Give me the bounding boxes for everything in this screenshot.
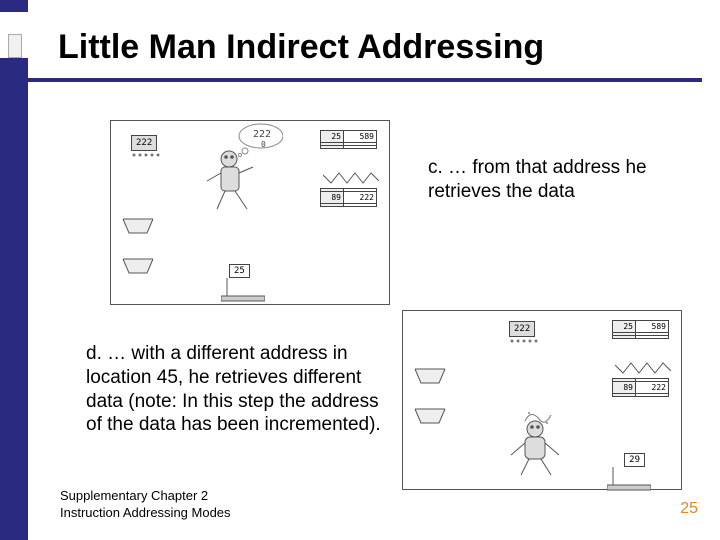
tear-icon [615, 361, 671, 377]
thought-addr: 222 [253, 129, 271, 140]
mailbox-val: 222 [636, 382, 668, 393]
sidebar-fill [0, 58, 28, 540]
mailbox-addr: 89 [321, 192, 344, 203]
mailbox-addr: 25 [321, 131, 344, 142]
mailboxes-bottom: 89 222 [320, 189, 377, 207]
footer-text: Supplementary Chapter 2 Instruction Addr… [60, 488, 231, 522]
mailboxes-top: 25589 [612, 321, 669, 339]
in-tray-icon [121, 217, 155, 235]
out-tray-icon [413, 407, 447, 425]
mailboxes-top: 25 589 [320, 131, 377, 149]
tear-icon [323, 171, 379, 187]
title-underline [28, 78, 702, 82]
page-number: 25 [680, 500, 698, 518]
mailbox-addr: 25 [613, 321, 636, 332]
footer-line1: Supplementary Chapter 2 [60, 488, 231, 505]
figure-d: 222 25589 89222 [402, 310, 682, 490]
mailboxes-bottom: 89222 [612, 379, 669, 397]
mailbox-val: 589 [636, 321, 668, 332]
mailbox-val: 589 [344, 131, 376, 142]
calculator-display: 222 [509, 321, 535, 337]
page-title: Little Man Indirect Addressing [58, 28, 544, 67]
caption-c: c. … from that address he retrieves the … [428, 156, 658, 204]
footer-line2: Instruction Addressing Modes [60, 505, 231, 522]
caption-d: d. … with a different address in locatio… [86, 342, 386, 437]
counter-stand-icon [221, 278, 251, 290]
little-man-icon [201, 147, 243, 209]
mailbox-val: 222 [344, 192, 376, 203]
sidebar-top-block [0, 0, 28, 12]
calculator-display: 222 [131, 135, 157, 151]
mailbox-addr: 89 [613, 382, 636, 393]
counter-value: 29 [624, 453, 645, 467]
mailbox-row [320, 145, 377, 149]
sidebar-logo [8, 34, 22, 58]
slide-sidebar [0, 0, 28, 540]
out-tray-icon [121, 257, 155, 275]
in-tray-icon [413, 367, 447, 385]
little-man-icon [503, 415, 545, 477]
display-buttons [130, 151, 164, 161]
figure-c: 222 222 0 [110, 120, 390, 305]
counter-value: 25 [229, 264, 250, 278]
counter-stand-icon [607, 467, 637, 479]
display-buttons [508, 337, 542, 347]
mailbox-row [320, 203, 377, 207]
